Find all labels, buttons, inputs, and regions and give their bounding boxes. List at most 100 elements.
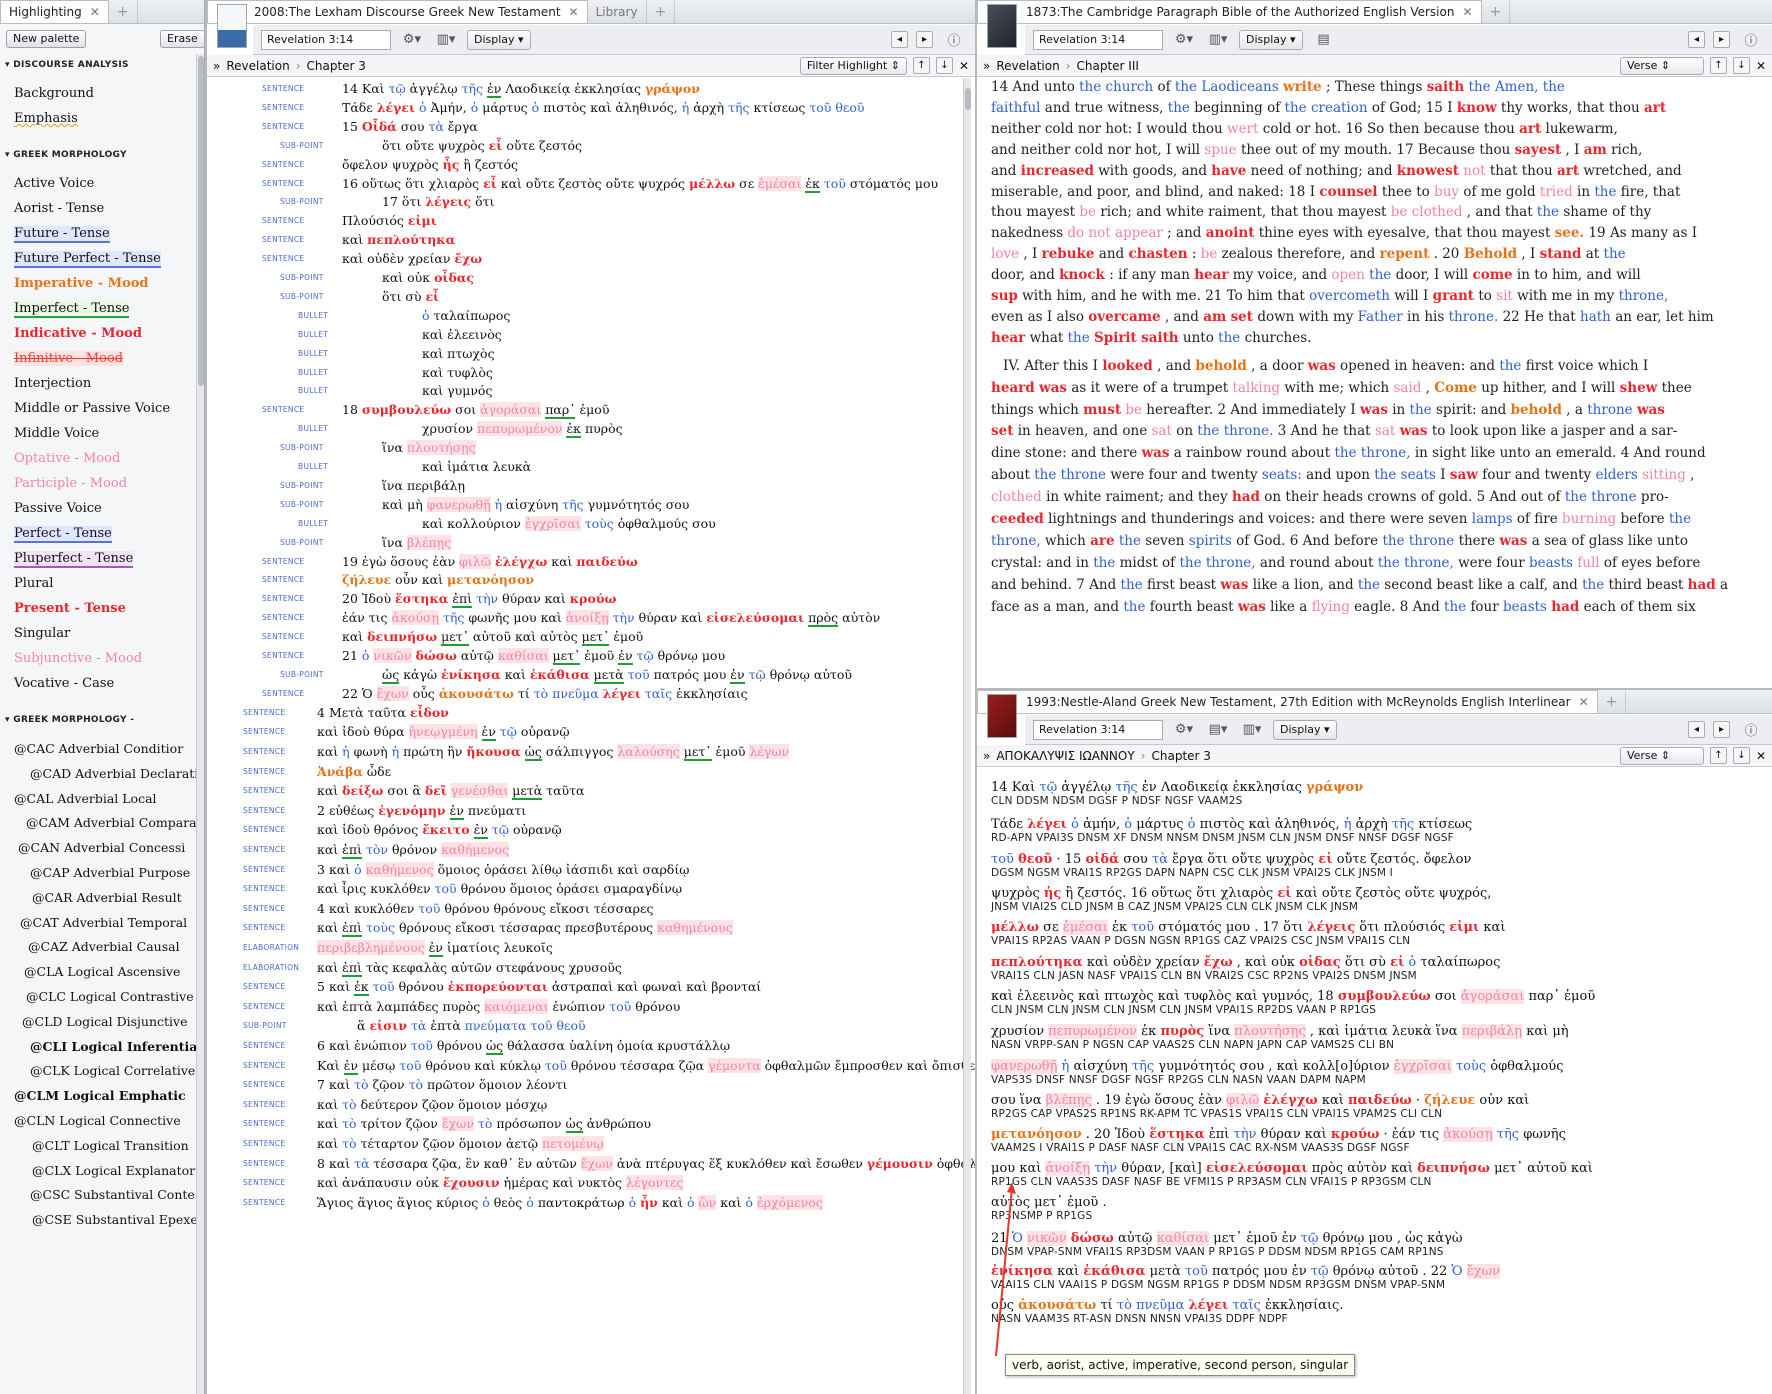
highlighted-word[interactable]: τὰ	[354, 1156, 369, 1171]
highlighted-word[interactable]: knowest	[1397, 163, 1459, 179]
discourse-line[interactable]: 20 Ἰδοὺ ἕστηκα ἐπὶ τὴν θύραν καὶ κρούω	[342, 591, 616, 609]
discourse-line[interactable]: καὶ ἐλεεινὸς	[422, 327, 502, 342]
interlinear-greek-line[interactable]: τοῦ θεοῦ · 15 οἶδά σου τὰ ἔργα ὅτι οὔτε …	[991, 852, 1762, 867]
discourse-line[interactable]: καὶ ἰδοὺ θρόνος ἔκειτο ἐν τῷ οὐρανῷ	[317, 822, 562, 840]
info-icon[interactable]: ⓘ	[1738, 720, 1764, 740]
highlighted-word[interactable]: Amen,	[1495, 79, 1539, 95]
highlighted-word[interactable]: εἰσελεύσομαι	[1206, 1161, 1308, 1176]
highlighted-word[interactable]: Come	[1434, 380, 1477, 396]
highlighted-word[interactable]: ταῖς	[645, 686, 672, 701]
scroll-thumb[interactable]	[965, 88, 971, 110]
close-icon[interactable]: ✕	[1756, 749, 1766, 763]
highlighted-word[interactable]: ὁ	[629, 1195, 637, 1210]
close-icon[interactable]: ✕	[1756, 59, 1766, 73]
highlighted-word[interactable]: was	[1308, 358, 1336, 374]
highlighted-word[interactable]: the	[1594, 184, 1616, 200]
highlighted-word[interactable]: of	[1516, 511, 1530, 527]
highlighted-word[interactable]: seats	[1401, 467, 1436, 483]
highlighted-word[interactable]: full	[1577, 555, 1599, 571]
highlighted-word[interactable]: τῷ	[749, 667, 766, 682]
highlighted-word[interactable]: Behold	[1464, 246, 1517, 262]
highlighted-word[interactable]: ἔκειτο	[422, 822, 469, 837]
highlighted-word[interactable]: Spirit	[1094, 330, 1137, 346]
highlighted-word[interactable]: ἐλέγχω	[1263, 1093, 1317, 1108]
highlighted-word[interactable]: buy	[1434, 184, 1459, 200]
highlighted-word[interactable]: ἡ	[682, 100, 690, 115]
highlighted-word[interactable]: upon	[1335, 467, 1370, 484]
highlighted-word[interactable]: in	[1392, 401, 1406, 418]
highlighted-word[interactable]: saith	[1427, 79, 1465, 95]
discourse-line[interactable]: καὶ τὸ δεύτερον ζῷον ὅμοιον μόσχῳ	[317, 1097, 547, 1112]
highlighted-word[interactable]: μετ᾽	[581, 629, 610, 647]
discourse-line[interactable]: ὄφελον ψυχρὸς ἦς ἢ ζεστός	[342, 157, 518, 172]
highlighted-word[interactable]: round	[1289, 554, 1331, 571]
highlighted-word[interactable]: τὸ	[409, 1077, 423, 1092]
english-text-line[interactable]: and increased with goods, and have need …	[991, 162, 1758, 179]
tab-library[interactable]: Library	[588, 1, 647, 23]
highlighted-word[interactable]: about	[991, 467, 1030, 484]
discourse-line[interactable]: ἵνα περιβάλῃ	[382, 478, 465, 493]
highlighted-word[interactable]: δώσω	[1071, 1231, 1114, 1246]
highlighted-word[interactable]: φανερωθῇ	[426, 496, 491, 512]
panel-menu-icon[interactable]: ▥▾	[1239, 720, 1265, 740]
highlighted-word[interactable]: art	[1557, 163, 1579, 179]
parallel-resources-icon[interactable]: ⚙▾	[1171, 30, 1197, 50]
highlighted-word[interactable]: ὁ	[1071, 817, 1079, 832]
interlinear-morph-line[interactable]: RP2GS CAP VPAS2S RP1NS RK-APM TC VPAS1S …	[991, 1108, 1762, 1120]
highlighted-word[interactable]: come	[1473, 267, 1513, 283]
interlinear-greek-line[interactable]: 21 Ὁ νικῶν δώσω αὐτῷ καθίσαι μετ᾽ ἐμοῦ ἐ…	[991, 1231, 1762, 1246]
highlighted-word[interactable]: upon	[1482, 423, 1517, 440]
palette-style-item[interactable]: Aorist - Tense	[14, 201, 104, 216]
english-text-line[interactable]: things which must be hereafter. 2 And im…	[991, 401, 1758, 418]
highlighted-word[interactable]: ἐν	[343, 1057, 358, 1075]
discourse-line[interactable]: καὶ ἐπὶ τοὺς θρόνους εἴκοσι τέσσαρας πρε…	[317, 920, 733, 938]
discourse-line[interactable]: καὶ πτωχὸς	[422, 346, 495, 361]
highlighted-word[interactable]: ἐγχρῖσαι	[1393, 1059, 1452, 1074]
highlighted-word[interactable]: μετ᾽	[441, 629, 469, 647]
interlinear-greek-line[interactable]: σου ἵνα βλέπῃς . 19 ἐγὼ ὅσους ἐὰν φιλῶ ἐ…	[991, 1093, 1762, 1108]
highlighted-word[interactable]: with	[1141, 288, 1172, 304]
highlighted-word[interactable]: ἐμέσαι	[1062, 920, 1108, 935]
highlighted-word[interactable]: ὁ	[1408, 955, 1416, 970]
palette-style-item[interactable]: @CAM Adverbial Comparati	[26, 815, 204, 830]
highlighted-word[interactable]: μετὰ	[593, 666, 624, 684]
highlighted-word[interactable]: εἰσελεύσομαι	[706, 610, 804, 625]
highlighted-word[interactable]: γενέσθαι	[450, 783, 509, 799]
highlighted-word[interactable]: ἐπὶ	[342, 841, 362, 859]
discourse-line[interactable]: ἐάν τις ἀκούσῃ τῆς φωνῆς μου καὶ ἀνοίξῃ …	[342, 610, 880, 628]
highlighted-word[interactable]: the	[1119, 533, 1141, 549]
highlighted-word[interactable]: tried	[1540, 184, 1573, 200]
highlighted-word[interactable]: the	[1175, 79, 1197, 95]
display-button[interactable]: Display ▾	[1239, 29, 1303, 50]
highlighted-word[interactable]: ἐν	[1281, 1231, 1297, 1246]
close-icon[interactable]: ✕	[90, 5, 100, 19]
highlighted-word[interactable]: throne,	[1619, 288, 1669, 304]
highlighted-word[interactable]: hath	[1580, 309, 1611, 325]
highlighted-word[interactable]: ὢν	[698, 1194, 717, 1210]
discourse-line[interactable]: καὶ ἶρις κυκλόθεν τοῦ θρόνου ὅμοιος ὁράσ…	[317, 881, 682, 896]
highlighted-word[interactable]: stand	[1540, 246, 1582, 262]
interlinear-morph-line[interactable]: VRAI1S CLN JASN NASF VPAI1S CLN BN VRAI2…	[991, 970, 1762, 982]
interlinear-morph-line[interactable]: CLN JNSM CLN JNSM CLN JNSM CLN JNSM VPAI…	[991, 1004, 1762, 1016]
highlighted-word[interactable]: μετ᾽	[1213, 1231, 1243, 1246]
palette-style-item[interactable]: @CLD Logical Disjunctive	[22, 1014, 188, 1029]
interlinear-morph-line[interactable]: VAAI1S CLN VAAI1S P DGSM NGSM RP1GS P DD…	[991, 1279, 1762, 1291]
forward-icon[interactable]: ▸	[916, 31, 933, 48]
highlighted-word[interactable]: καθίσαι	[497, 648, 549, 663]
highlighted-word[interactable]: anoint	[1206, 225, 1255, 241]
highlighted-word[interactable]: spirits	[1189, 533, 1232, 549]
close-icon[interactable]: ✕	[569, 5, 579, 19]
highlighted-word[interactable]: throne	[1061, 467, 1106, 483]
english-text-line[interactable]: set in heaven, and one sat on the throne…	[991, 423, 1758, 440]
back-icon[interactable]: ◂	[1688, 721, 1705, 738]
highlighted-word[interactable]: πνεῦμα	[1136, 1298, 1184, 1313]
discourse-line[interactable]: ἵνα βλέπῃς	[382, 534, 452, 550]
highlighted-word[interactable]: λέγεις	[425, 194, 471, 209]
discourse-line[interactable]: καὶ γυμνός	[422, 383, 492, 398]
highlighted-word[interactable]: λέγει	[603, 686, 641, 701]
highlighted-word[interactable]: of	[1142, 379, 1157, 396]
highlighted-word[interactable]: μετ᾽	[1034, 1195, 1064, 1210]
highlighted-word[interactable]: throne,	[991, 533, 1041, 549]
english-text-line[interactable]: faithful and true witness, the beginning…	[991, 99, 1758, 116]
highlighted-word[interactable]: of	[1371, 99, 1385, 116]
